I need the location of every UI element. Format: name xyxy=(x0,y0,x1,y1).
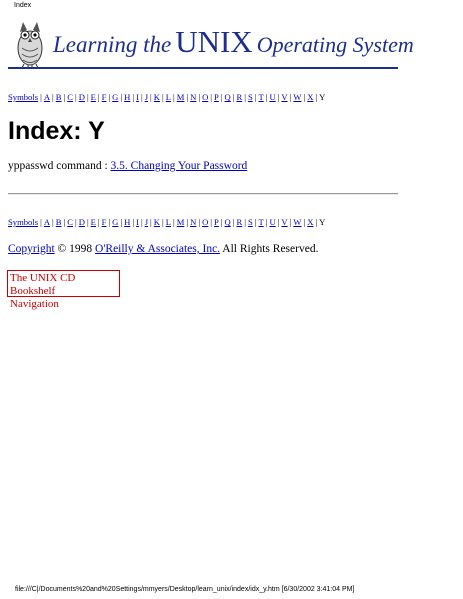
alpha-nav-top-link-q[interactable]: Q xyxy=(225,92,231,102)
alpha-nav-top-link-t[interactable]: T xyxy=(258,92,263,102)
alpha-nav-bottom-link-b[interactable]: B xyxy=(56,217,62,227)
banner-title-os: Operating System xyxy=(256,32,414,57)
alpha-nav-bottom-link-symbols[interactable]: Symbols xyxy=(8,217,38,227)
publisher-link[interactable]: O'Reilly & Associates, Inc. xyxy=(95,243,220,255)
page-title: Index: Y xyxy=(8,117,105,145)
alpha-nav-top-link-d[interactable]: D xyxy=(79,92,85,102)
bookshelf-line2: Navigation xyxy=(10,298,59,310)
banner-title-unix: UNIX xyxy=(175,24,253,59)
horizontal-rule xyxy=(8,193,398,195)
owl-logo-icon xyxy=(17,22,43,68)
banner-title: Learning the UNIX Operating System xyxy=(53,24,414,60)
alpha-nav-bottom-link-q[interactable]: Q xyxy=(225,217,231,227)
alpha-nav-top-current-letter: Y xyxy=(319,92,326,102)
copyright-link[interactable]: Copyright xyxy=(8,243,55,255)
book-banner[interactable]: Learning the UNIX Operating System xyxy=(8,14,414,68)
index-entry-link[interactable]: 3.5. Changing Your Password xyxy=(111,160,248,172)
alpha-nav-bottom: Symbols | A | B | C | D | E | F | G | H | I | J | K | L | M | N | O | P |… xyxy=(8,217,325,227)
alpha-nav-top: Symbols | A | B | C | D | E | F | G | H | I | J | K | L | M | N | O | P |… xyxy=(8,92,325,102)
page-header: Index xyxy=(14,2,32,9)
banner-title-learning: Learning the xyxy=(53,32,172,57)
alpha-nav-top-link-b[interactable]: B xyxy=(56,92,62,102)
page-footer: file:///C|/Documents%20and%20Settings/mm… xyxy=(15,586,355,593)
index-entry: yppasswd command : 3.5. Changing Your Pa… xyxy=(8,160,247,172)
copyright-line: Copyright © 1998 O'Reilly & Associates, … xyxy=(8,243,318,255)
index-entry-term: yppasswd command : xyxy=(8,160,111,172)
banner-rule xyxy=(8,67,398,69)
alpha-nav-bottom-link-u[interactable]: U xyxy=(269,217,275,227)
alpha-nav-top-link-v[interactable]: V xyxy=(281,92,287,102)
copyright-year: © 1998 xyxy=(54,243,96,255)
alpha-nav-top-link-u[interactable]: U xyxy=(269,92,275,102)
copyright-rights: All Rights Reserved. xyxy=(220,243,319,255)
alpha-nav-bottom-link-t[interactable]: T xyxy=(258,217,263,227)
alpha-nav-bottom-link-v[interactable]: V xyxy=(281,217,287,227)
alpha-nav-top-link-symbols[interactable]: Symbols xyxy=(8,92,38,102)
bookshelf-navigation-box[interactable]: The UNIX CD Bookshelf Navigation xyxy=(7,270,120,310)
bookshelf-line1: The UNIX CD Bookshelf xyxy=(10,272,76,297)
alpha-nav-bottom-current-letter: Y xyxy=(319,217,326,227)
alpha-nav-bottom-link-d[interactable]: D xyxy=(79,217,85,227)
